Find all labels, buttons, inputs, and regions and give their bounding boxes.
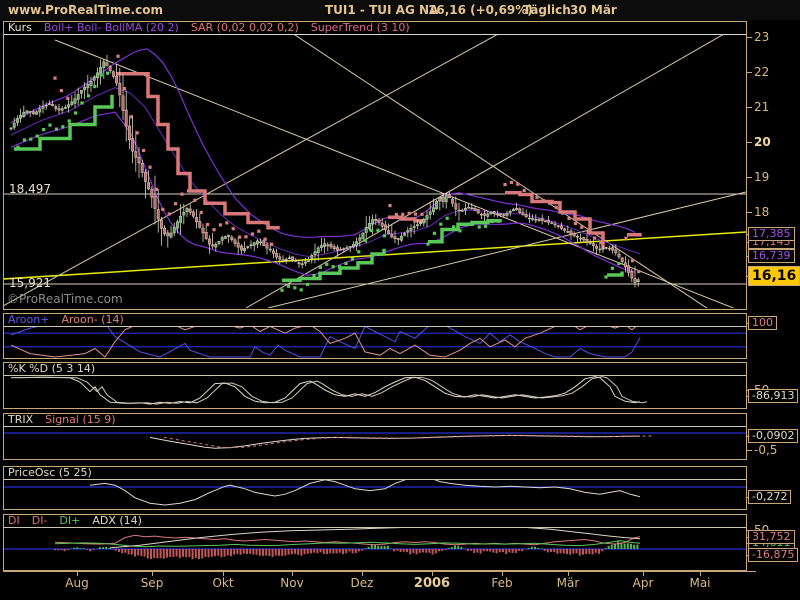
priceosc-panel-label-row: PriceOsc (5 25) — [4, 467, 746, 480]
symbol-title: TUI1 - TUI AG NA — [325, 0, 438, 20]
x-axis-month-feb: Feb — [491, 576, 512, 590]
axis-tick-19: 19 — [754, 170, 769, 184]
x-axis-month-mai: Mai — [689, 576, 710, 590]
indicator-label-trix[interactable]: TRIX — [8, 414, 33, 426]
support-level-label: 15,921 — [9, 276, 51, 290]
axis-tick-mark — [746, 107, 752, 108]
indicator-label-trix[interactable]: Signal (15 9) — [45, 414, 115, 426]
last-price-value: 16,16 — [748, 266, 800, 286]
trix-panel[interactable]: TRIX Signal (15 9) — [3, 413, 747, 460]
x-axis-month-aug: Aug — [65, 576, 88, 590]
indicator-label-dmi[interactable]: DI- — [32, 515, 48, 527]
stochastic-panel[interactable]: %K %D (5 3 14) — [3, 362, 747, 409]
supertrend-value: 17,385 — [748, 227, 795, 241]
priceosc-value: -0,272 — [748, 490, 791, 504]
indicator-label-aroon[interactable]: Aroon+ — [8, 314, 49, 326]
watermark: ©ProRealTime.com — [7, 292, 123, 306]
axis-tick-mark — [746, 37, 752, 38]
x-axis-month-2006: 2006 — [414, 576, 450, 591]
site-link[interactable]: www.ProRealTime.com — [8, 0, 163, 20]
indicator-label-posc[interactable]: PriceOsc (5 25) — [8, 467, 92, 479]
stochastic-panel-label-row: %K %D (5 3 14) — [4, 363, 746, 376]
aroon-minus-value: 100 — [748, 316, 777, 330]
trix-value: -0,0902 — [748, 429, 798, 443]
price-panel-label-row: Kurs Boll+ Boll- BollMA (20 2) SAR (0,02 0… — [4, 22, 746, 35]
dmi-panel[interactable]: DI DI- DI+ ADX (14) — [3, 514, 747, 571]
indicator-label-price[interactable]: Kurs — [8, 22, 32, 34]
axis-tick-mark — [746, 177, 752, 178]
indicator-label-dmi[interactable]: DI — [8, 515, 20, 527]
x-axis-month-sep: Sep — [141, 576, 164, 590]
x-axis-month-dez: Dez — [351, 576, 374, 590]
dmi-panel-label-row: DI DI- DI+ ADX (14) — [4, 515, 746, 528]
indicator-label-dmi[interactable]: ADX (14) — [92, 515, 142, 527]
aroon-panel-label-row: Aroon+ Aroon- (14) — [4, 314, 746, 327]
indicator-label-dmi[interactable]: DI+ — [59, 515, 80, 527]
x-axis-month-mär: Mär — [557, 576, 580, 590]
x-axis-month-nov: Nov — [280, 576, 303, 590]
axis-tick-20: 20 — [754, 135, 771, 149]
date-label: 30 Mär — [570, 0, 617, 20]
last-price: 16,16 (+0,69%) — [428, 0, 533, 20]
header-bar: www.ProRealTime.com TUI1 - TUI AG NA 16,… — [0, 0, 800, 20]
axis-tick-mark — [746, 72, 752, 73]
di-minus-value: 31,752 — [748, 530, 795, 544]
indicator-label-price[interactable]: SAR (0,02 0,02 0,2) — [191, 22, 299, 34]
axis-tick--0,5: -0,5 — [754, 443, 777, 457]
stoch-value: -86,913 — [748, 389, 798, 403]
axis-tick-mark — [746, 450, 752, 451]
indicator-label-price[interactable]: SuperTrend (3 10) — [311, 22, 410, 34]
prorealtime-window: www.ProRealTime.com TUI1 - TUI AG NA 16,… — [0, 0, 800, 600]
price-panel[interactable]: Kurs Boll+ Boll- BollMA (20 2) SAR (0,02 0… — [3, 21, 747, 310]
axis-tick-22: 22 — [754, 65, 769, 79]
axis-tick-21: 21 — [754, 100, 769, 114]
resistance-level-label: 18,497 — [9, 182, 51, 196]
priceosc-panel[interactable]: PriceOsc (5 25) — [3, 466, 747, 510]
indicator-label-aroon[interactable]: Aroon- (14) — [61, 314, 123, 326]
axis-tick-18: 18 — [754, 205, 769, 219]
x-axis-month-okt: Okt — [212, 576, 233, 590]
indicator-label-stoch[interactable]: %K %D (5 3 14) — [8, 363, 95, 375]
trix-panel-label-row: TRIX Signal (15 9) — [4, 414, 746, 427]
indicator-label-price[interactable]: Boll+ Boll- BollMA (20 2) — [44, 22, 179, 34]
bollinger-value: 16,739 — [748, 249, 795, 263]
dmi-diff-value: -16,875 — [748, 548, 798, 562]
x-axis-month-apr: Apr — [633, 576, 654, 590]
axis-tick-mark — [746, 212, 752, 213]
timeframe[interactable]: Täglich — [523, 0, 571, 20]
axis-tick-mark — [746, 142, 752, 143]
axis-tick-23: 23 — [754, 30, 769, 44]
aroon-panel[interactable]: Aroon+ Aroon- (14) — [3, 313, 747, 359]
